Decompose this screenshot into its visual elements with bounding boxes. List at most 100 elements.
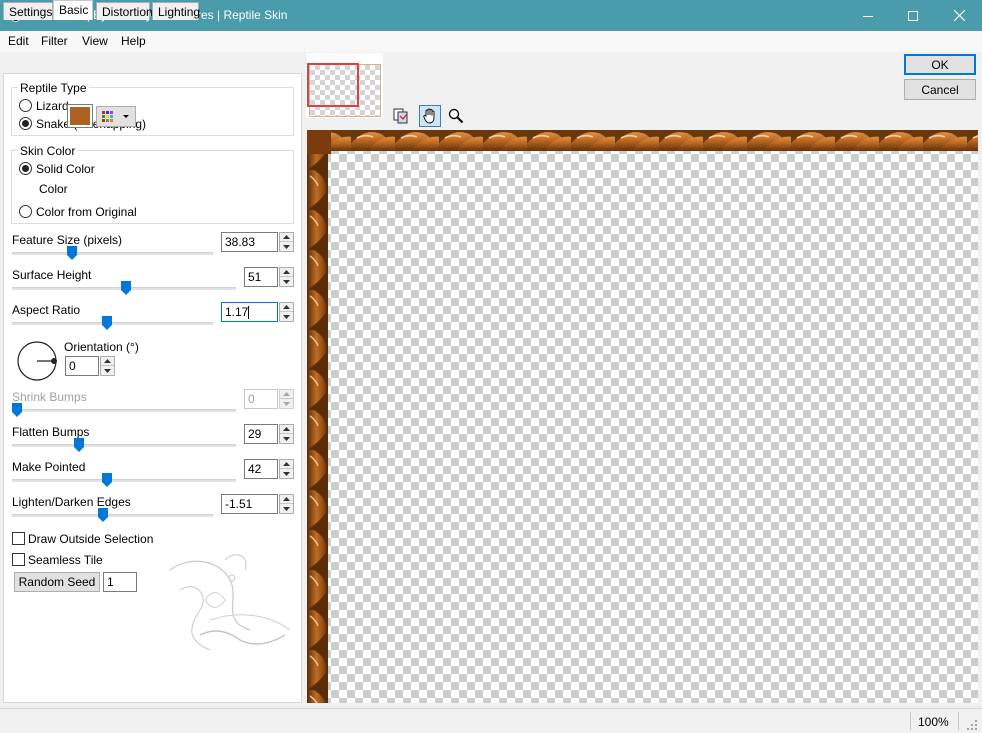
close-button[interactable] (936, 0, 982, 31)
feature-size-field[interactable]: 38.83 (221, 232, 278, 252)
spin-up-icon (104, 359, 111, 363)
close-icon (953, 10, 965, 21)
zoom-tool-button[interactable] (445, 105, 467, 127)
spin-down-icon (283, 401, 290, 406)
spin-up-icon (283, 235, 290, 239)
tab-lighting[interactable]: Lighting (152, 2, 200, 20)
ok-button[interactable]: OK (904, 54, 976, 75)
shrink-bumps-field: 0 (244, 389, 278, 409)
tab-basic[interactable]: Basic (53, 0, 93, 20)
zoom-level: 100% (918, 715, 949, 729)
seamless-tile-label: Seamless Tile (28, 553, 103, 567)
spin-down-icon (104, 368, 111, 373)
aspect-ratio-track[interactable] (12, 322, 213, 325)
make-pointed-label: Make Pointed (12, 460, 86, 474)
surface-height-field[interactable]: 51 (244, 267, 278, 287)
toggle-preview-button[interactable] (390, 105, 412, 127)
hand-tool-button[interactable] (419, 105, 441, 127)
shrink-bumps-label: Shrink Bumps (12, 390, 87, 404)
orientation-dial[interactable] (16, 340, 60, 384)
flatten-bumps-track[interactable] (12, 444, 236, 447)
minimize-button[interactable] (845, 0, 891, 31)
flatten-bumps-thumb[interactable] (74, 438, 85, 452)
edges-label: Lighten/Darken Edges (12, 495, 131, 509)
edges-track[interactable] (12, 514, 213, 517)
menu-edit[interactable]: Edit (8, 34, 29, 48)
spin-down-icon (283, 471, 290, 476)
spin-up-icon (283, 462, 290, 466)
spin-down-icon (283, 279, 290, 284)
maximize-icon (908, 10, 918, 21)
cancel-button[interactable]: Cancel (904, 79, 976, 100)
feature-size-label: Feature Size (pixels) (12, 233, 123, 247)
color-swatch[interactable] (67, 104, 93, 128)
orientation-spinner[interactable] (100, 356, 115, 376)
aspect-ratio-spinner[interactable] (279, 302, 294, 322)
spin-down-icon (283, 436, 290, 441)
random-seed-button[interactable]: Random Seed (14, 572, 100, 592)
resize-grip-icon[interactable] (966, 719, 978, 731)
orientation-field[interactable]: 0 (65, 356, 99, 376)
menu-bar: Edit Filter View Help (0, 31, 982, 52)
make-pointed-spinner[interactable] (279, 459, 294, 479)
flatten-bumps-label: Flatten Bumps (12, 425, 90, 439)
surface-height-label: Surface Height (12, 268, 92, 282)
color-label: Color (39, 182, 68, 196)
draw-outside-checkbox[interactable] (12, 532, 25, 545)
feature-size-spinner[interactable] (279, 232, 294, 252)
menu-help[interactable]: Help (121, 34, 146, 48)
status-bar: 100% (0, 708, 982, 733)
solid-color-radio[interactable] (19, 162, 32, 175)
spin-up-icon (283, 305, 290, 309)
shrink-bumps-track (12, 409, 236, 412)
before-after-icon (393, 108, 408, 124)
flatten-bumps-spinner[interactable] (279, 424, 294, 444)
spin-up-icon (283, 392, 290, 396)
palette-dropdown-button[interactable] (96, 106, 136, 127)
spin-down-icon (283, 506, 290, 511)
shrink-bumps-spinner (279, 389, 294, 409)
make-pointed-field[interactable]: 42 (244, 459, 278, 479)
tab-settings[interactable]: Settings (3, 2, 53, 20)
watermark-decoration (169, 554, 291, 651)
magnifier-icon (448, 108, 464, 124)
menu-filter[interactable]: Filter (41, 34, 68, 48)
reptile-skin-preview (307, 130, 978, 703)
edges-spinner[interactable] (279, 494, 294, 514)
color-from-original-radio[interactable] (19, 205, 32, 218)
seamless-tile-checkbox[interactable] (12, 553, 25, 566)
draw-outside-label: Draw Outside Selection (28, 532, 154, 546)
color-from-original-label: Color from Original (36, 205, 137, 219)
spin-up-icon (283, 427, 290, 431)
preview-canvas[interactable] (307, 130, 978, 703)
snake-radio[interactable] (19, 117, 32, 130)
spin-down-icon (283, 244, 290, 249)
hand-icon (423, 108, 435, 124)
spin-up-icon (283, 497, 290, 501)
lizard-radio[interactable] (19, 99, 32, 112)
tab-distortion[interactable]: Distortion (96, 2, 153, 20)
aspect-ratio-value: 1.17 (225, 305, 249, 319)
feature-size-track[interactable] (12, 252, 213, 255)
make-pointed-track[interactable] (12, 479, 236, 482)
aspect-ratio-label: Aspect Ratio (12, 303, 81, 317)
maximize-button[interactable] (890, 0, 936, 31)
random-seed-field[interactable]: 1 (103, 572, 137, 592)
menu-view[interactable]: View (82, 34, 108, 48)
surface-height-spinner[interactable] (279, 267, 294, 287)
skin-color-title: Skin Color (18, 144, 78, 158)
navigator-viewport-rect[interactable] (307, 63, 359, 107)
aspect-ratio-thumb[interactable] (101, 316, 112, 330)
edges-thumb[interactable] (97, 508, 108, 522)
flatten-bumps-field[interactable]: 29 (244, 424, 278, 444)
edges-field[interactable]: -1.51 (221, 494, 278, 514)
preview-scrollbar[interactable] (978, 130, 982, 703)
make-pointed-thumb[interactable] (101, 473, 112, 487)
aspect-ratio-field[interactable]: 1.17 (221, 302, 278, 322)
reptile-type-title: Reptile Type (18, 81, 89, 95)
palette-icon (102, 111, 129, 122)
feature-size-thumb[interactable] (67, 246, 78, 260)
lizard-label: Lizard (36, 99, 69, 113)
solid-color-label: Solid Color (36, 162, 95, 176)
surface-height-thumb[interactable] (121, 281, 132, 295)
